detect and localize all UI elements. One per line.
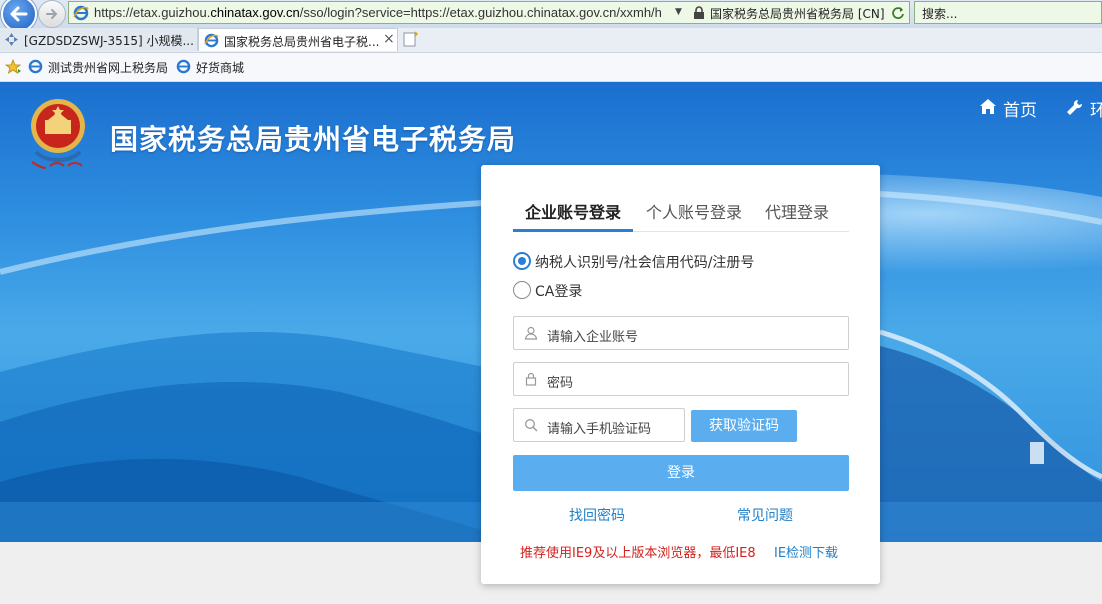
- radio-checked-icon[interactable]: [513, 252, 531, 270]
- search-input[interactable]: 搜索...: [914, 1, 1102, 24]
- nav-environment-label: 环: [1090, 101, 1102, 121]
- browser-toolbar: https://etax.guizhou.chinatax.gov.cn/sso…: [0, 0, 1102, 32]
- user-icon: [524, 326, 538, 340]
- ie-icon: [28, 59, 43, 74]
- ie-icon: [73, 5, 89, 21]
- nav-home-label: 首页: [1003, 101, 1037, 121]
- favorite-label: 好货商城: [196, 61, 245, 75]
- login-panel: 企业账号登录 个人账号登录 代理登录 纳税人识别号/社会信用代码/注册号 CA登…: [481, 165, 880, 584]
- ie-icon: [204, 33, 219, 48]
- account-placeholder: 请输入企业账号: [547, 330, 639, 345]
- new-tab-button[interactable]: [400, 28, 420, 51]
- search-icon: [525, 419, 538, 432]
- site-title: 国家税务总局贵州省电子税务局: [110, 123, 517, 156]
- close-tab-icon[interactable]: ×: [383, 31, 395, 47]
- browser-recommendation-notice: 推荐使用IE9及以上版本浏览器，最低IE8: [520, 546, 756, 561]
- browser-tab-1[interactable]: [GZDSDZSWJ-3515] 小规模...: [0, 28, 198, 51]
- sms-code-input[interactable]: 请输入手机验证码: [513, 408, 685, 442]
- tax-emblem-logo: [31, 99, 85, 169]
- home-icon: [980, 99, 996, 114]
- refresh-icon[interactable]: [891, 6, 905, 20]
- url-prefix: https://etax.guizhou.: [94, 5, 211, 20]
- tab-personal-login[interactable]: 个人账号登录: [646, 199, 742, 223]
- page-content: 国家税务总局贵州省电子税务局 首页 环 企业账号登录 个人账号登录 代理登录 纳…: [0, 82, 1102, 604]
- back-arrow-icon: [10, 6, 28, 22]
- tab-enterprise-login[interactable]: 企业账号登录: [525, 199, 621, 223]
- url-domain: chinatax.gov.cn: [210, 5, 300, 20]
- account-input[interactable]: 请输入企业账号: [513, 316, 849, 350]
- password-placeholder: 密码: [547, 376, 574, 391]
- url-suffix: /sso/login?service=https://etax.guizhou.…: [299, 5, 662, 20]
- favorites-bar: 测试贵州省网上税务局 好货商城: [0, 53, 1102, 82]
- favorite-label: 测试贵州省网上税务局: [48, 61, 169, 75]
- search-placeholder: 搜索...: [922, 7, 958, 21]
- tab-agent-login[interactable]: 代理登录: [765, 199, 829, 223]
- app-icon: [5, 33, 18, 46]
- radio-unchecked-icon[interactable]: [513, 281, 531, 299]
- radio-label: 纳税人识别号/社会信用代码/注册号: [535, 255, 755, 271]
- lock-icon[interactable]: [692, 6, 706, 20]
- favorites-star-icon[interactable]: [5, 59, 22, 75]
- lock-icon: [525, 372, 537, 386]
- address-dropdown-icon[interactable]: ▼: [675, 7, 682, 17]
- address-bar[interactable]: https://etax.guizhou.chinatax.gov.cn/sso…: [68, 1, 910, 24]
- active-tab-indicator: [513, 229, 633, 232]
- ie-icon: [176, 59, 191, 74]
- wrench-icon: [1067, 99, 1083, 115]
- address-url: https://etax.guizhou.chinatax.gov.cn/sso…: [94, 5, 662, 20]
- ie-check-download-link[interactable]: IE检测下载: [774, 542, 838, 561]
- site-identity[interactable]: 国家税务总局贵州省税务局 [CN]: [710, 5, 885, 22]
- browser-tab-bar: [GZDSDZSWJ-3515] 小规模... 国家税务总局贵州省电子税... …: [0, 28, 1102, 53]
- faq-link[interactable]: 常见问题: [737, 505, 793, 525]
- login-button[interactable]: 登录: [513, 455, 849, 491]
- tab-label: [GZDSDZSWJ-3515] 小规模...: [24, 34, 194, 48]
- tab-label: 国家税务总局贵州省电子税...: [224, 35, 380, 49]
- radio-label: CA登录: [535, 284, 583, 300]
- password-input[interactable]: 密码: [513, 362, 849, 396]
- recover-password-link[interactable]: 找回密码: [569, 505, 625, 525]
- sms-code-placeholder: 请输入手机验证码: [547, 422, 652, 437]
- forward-button[interactable]: [38, 0, 66, 28]
- new-tab-icon: [403, 31, 418, 47]
- get-verification-code-button[interactable]: 获取验证码: [691, 410, 797, 442]
- forward-arrow-icon: [46, 9, 58, 19]
- browser-tab-2[interactable]: 国家税务总局贵州省电子税... ×: [198, 28, 398, 51]
